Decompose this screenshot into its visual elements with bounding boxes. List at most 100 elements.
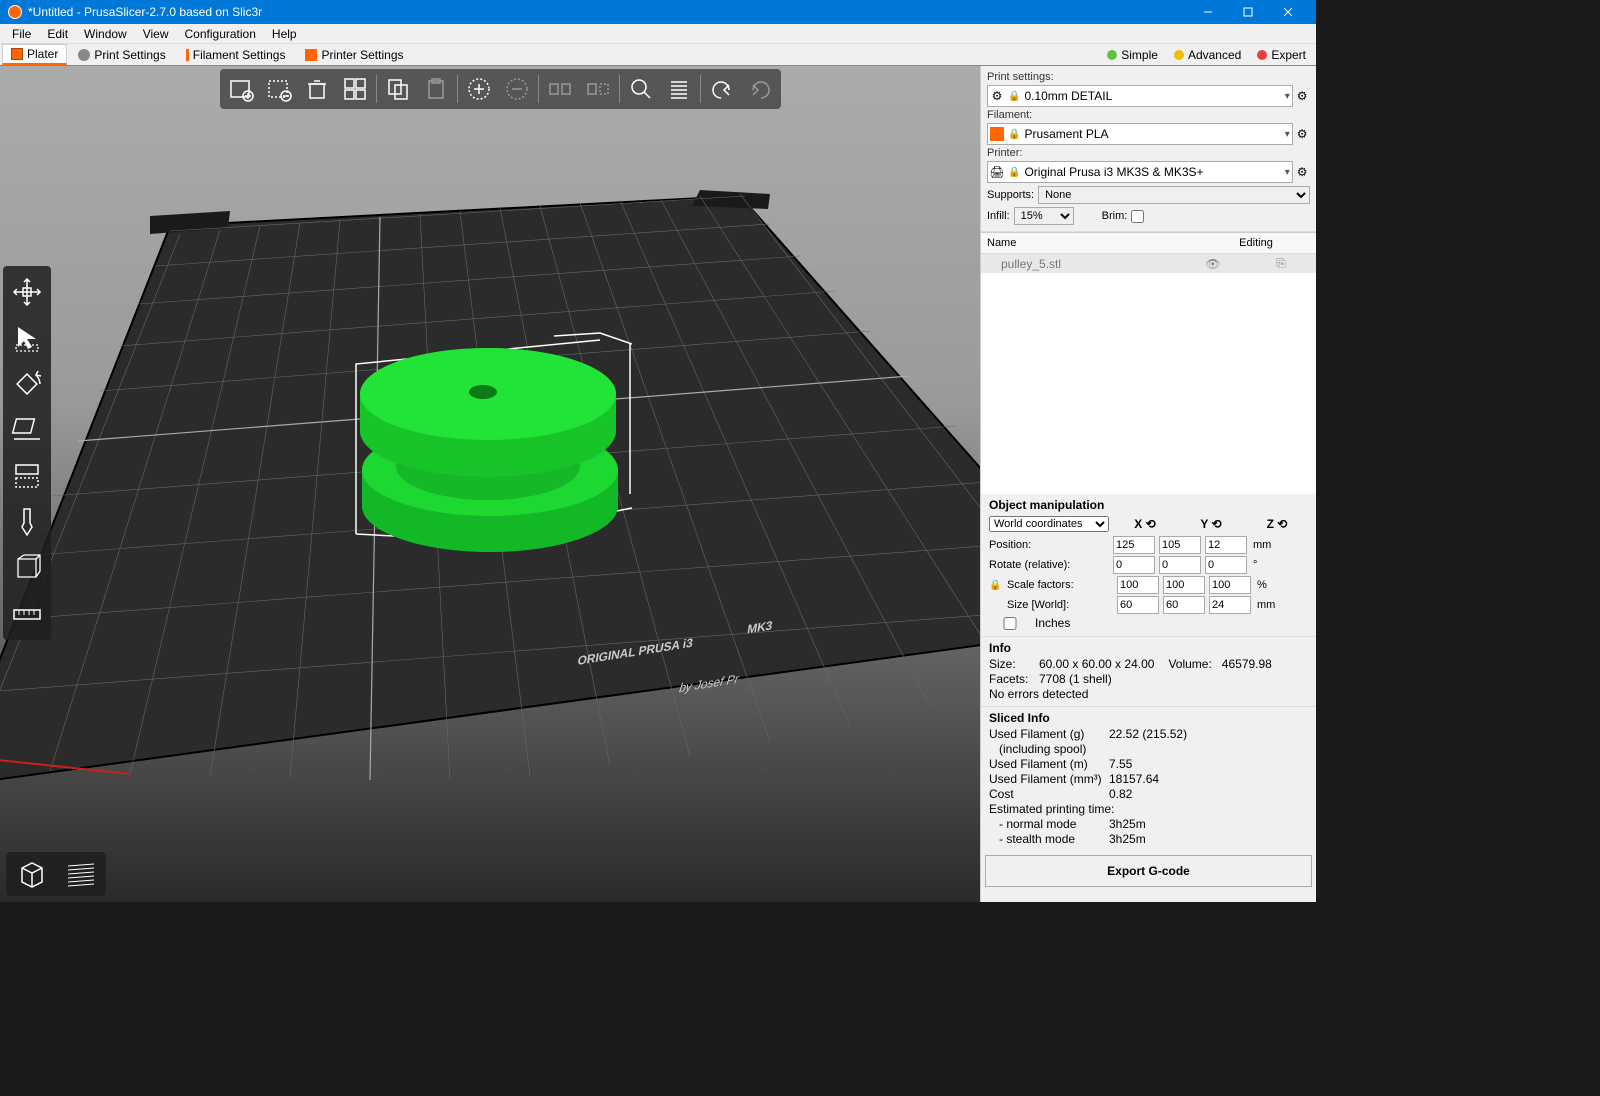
size-y[interactable] bbox=[1163, 596, 1205, 614]
gear-icon bbox=[78, 49, 90, 61]
coord-system-dropdown[interactable]: World coordinates bbox=[989, 516, 1109, 532]
cut-tool[interactable] bbox=[5, 454, 49, 498]
redo-button[interactable] bbox=[741, 71, 779, 107]
tab-print-label: Print Settings bbox=[94, 48, 165, 62]
object-name: pulley_5.stl bbox=[987, 257, 1204, 271]
chevron-down-icon: ▾ bbox=[1285, 91, 1290, 102]
edit-icon[interactable]: ⎘ bbox=[1272, 256, 1290, 271]
window-title: *Untitled - PrusaSlicer-2.7.0 based on S… bbox=[28, 5, 1188, 19]
rotate-tool[interactable] bbox=[5, 362, 49, 406]
filament-dropdown[interactable]: 🔒 Prusament PLA ▾ bbox=[987, 123, 1293, 145]
filament-color-icon bbox=[990, 127, 1004, 141]
brim-checkbox[interactable] bbox=[1131, 210, 1144, 223]
size-label: Size [World]: bbox=[1007, 599, 1113, 611]
object-list: Name Editing pulley_5.stl 👁 ⎘ bbox=[981, 232, 1316, 494]
print-settings-dropdown[interactable]: ⚙ 🔒 0.10mm DETAIL ▾ bbox=[987, 85, 1293, 107]
mode-expert[interactable]: Expert bbox=[1249, 46, 1314, 64]
info-heading: Info bbox=[989, 641, 1308, 655]
axis-x-label: X ⟲ bbox=[1125, 517, 1165, 531]
size-z[interactable] bbox=[1209, 596, 1251, 614]
menubar: File Edit Window View Configuration Help bbox=[0, 24, 1316, 44]
titlebar: *Untitled - PrusaSlicer-2.7.0 based on S… bbox=[0, 0, 1316, 24]
printer-dropdown[interactable]: 🖨 🔒 Original Prusa i3 MK3S & MK3S+ ▾ bbox=[987, 161, 1293, 183]
menu-edit[interactable]: Edit bbox=[39, 25, 76, 43]
menu-configuration[interactable]: Configuration bbox=[177, 25, 264, 43]
arrange-button[interactable] bbox=[336, 71, 374, 107]
maximize-button[interactable] bbox=[1228, 0, 1268, 24]
rotate-y[interactable] bbox=[1159, 556, 1201, 574]
menu-view[interactable]: View bbox=[135, 25, 177, 43]
undo-button[interactable] bbox=[703, 71, 741, 107]
mode-advanced[interactable]: Advanced bbox=[1166, 46, 1249, 64]
app-icon bbox=[8, 5, 22, 19]
instance-add-button[interactable] bbox=[460, 71, 498, 107]
brim-label: Brim: bbox=[1102, 210, 1128, 222]
minimize-button[interactable] bbox=[1188, 0, 1228, 24]
settings-gear-icon[interactable]: ⚙ bbox=[1297, 165, 1310, 179]
chevron-down-icon: ▾ bbox=[1285, 129, 1290, 140]
view-preview-button[interactable] bbox=[56, 854, 104, 894]
place-on-face-tool[interactable] bbox=[5, 408, 49, 452]
3d-viewport[interactable]: ORIGINAL PRUSA i3 MK3 by Josef Pr bbox=[0, 66, 980, 902]
position-z[interactable] bbox=[1205, 536, 1247, 554]
red-dot-icon bbox=[1257, 50, 1267, 60]
right-panel: Print settings: ⚙ 🔒 0.10mm DETAIL ▾ ⚙ Fi… bbox=[980, 66, 1316, 902]
paint-tool[interactable] bbox=[5, 500, 49, 544]
scale-z[interactable] bbox=[1209, 576, 1251, 594]
inches-checkbox[interactable] bbox=[989, 617, 1031, 630]
mode-simple[interactable]: Simple bbox=[1099, 46, 1166, 64]
tab-plater[interactable]: Plater bbox=[2, 44, 67, 65]
printer-icon bbox=[305, 49, 317, 61]
position-x[interactable] bbox=[1113, 536, 1155, 554]
move-tool[interactable] bbox=[5, 270, 49, 314]
select-tool[interactable] bbox=[5, 316, 49, 360]
split-parts-button[interactable] bbox=[579, 71, 617, 107]
delete-all-button[interactable] bbox=[298, 71, 336, 107]
top-toolbar bbox=[220, 69, 781, 109]
add-button[interactable] bbox=[222, 71, 260, 107]
copy-button[interactable] bbox=[379, 71, 417, 107]
model-pulley[interactable] bbox=[360, 348, 618, 552]
menu-window[interactable]: Window bbox=[76, 25, 135, 43]
position-label: Position: bbox=[989, 539, 1109, 551]
filament-icon bbox=[186, 49, 189, 61]
rotate-z[interactable] bbox=[1205, 556, 1247, 574]
settings-gear-icon[interactable]: ⚙ bbox=[1297, 89, 1310, 103]
menu-help[interactable]: Help bbox=[264, 25, 305, 43]
lock-icon: 🔒 bbox=[1008, 91, 1020, 102]
instance-remove-button[interactable] bbox=[498, 71, 536, 107]
view-3d-button[interactable] bbox=[8, 854, 56, 894]
plater-icon bbox=[11, 48, 23, 60]
measure-tool[interactable] bbox=[5, 546, 49, 590]
object-row[interactable]: pulley_5.stl 👁 ⎘ bbox=[981, 254, 1316, 273]
ruler-tool[interactable] bbox=[5, 592, 49, 636]
tab-filament-settings[interactable]: Filament Settings bbox=[177, 45, 295, 65]
tab-printer-settings[interactable]: Printer Settings bbox=[296, 45, 412, 65]
settings-gear-icon[interactable]: ⚙ bbox=[1297, 127, 1310, 141]
sliced-info-section: Sliced Info Used Filament (g)22.52 (215.… bbox=[981, 706, 1316, 851]
split-objects-button[interactable] bbox=[541, 71, 579, 107]
delete-button[interactable] bbox=[260, 71, 298, 107]
scale-x[interactable] bbox=[1117, 576, 1159, 594]
size-x[interactable] bbox=[1117, 596, 1159, 614]
scale-y[interactable] bbox=[1163, 576, 1205, 594]
infill-dropdown[interactable]: 15% bbox=[1014, 207, 1074, 225]
rotate-x[interactable] bbox=[1113, 556, 1155, 574]
export-gcode-button[interactable]: Export G-code bbox=[985, 855, 1312, 887]
position-y[interactable] bbox=[1159, 536, 1201, 554]
lock-icon[interactable]: 🔒 bbox=[989, 580, 1003, 591]
search-button[interactable] bbox=[622, 71, 660, 107]
paste-button[interactable] bbox=[417, 71, 455, 107]
menu-file[interactable]: File bbox=[4, 25, 39, 43]
axis-z-label: Z ⟲ bbox=[1257, 517, 1297, 531]
printer-label: Printer: bbox=[987, 147, 1310, 159]
gear-icon: ⚙ bbox=[990, 89, 1004, 103]
visibility-icon[interactable]: 👁 bbox=[1204, 257, 1222, 271]
variable-layer-button[interactable] bbox=[660, 71, 698, 107]
supports-dropdown[interactable]: None bbox=[1038, 186, 1310, 204]
errors-text: No errors detected bbox=[989, 687, 1088, 701]
build-plate-scene: ORIGINAL PRUSA i3 MK3 by Josef Pr bbox=[0, 66, 980, 902]
close-button[interactable] bbox=[1268, 0, 1308, 24]
axis-y-label: Y ⟲ bbox=[1191, 517, 1231, 531]
tab-print-settings[interactable]: Print Settings bbox=[69, 45, 174, 65]
